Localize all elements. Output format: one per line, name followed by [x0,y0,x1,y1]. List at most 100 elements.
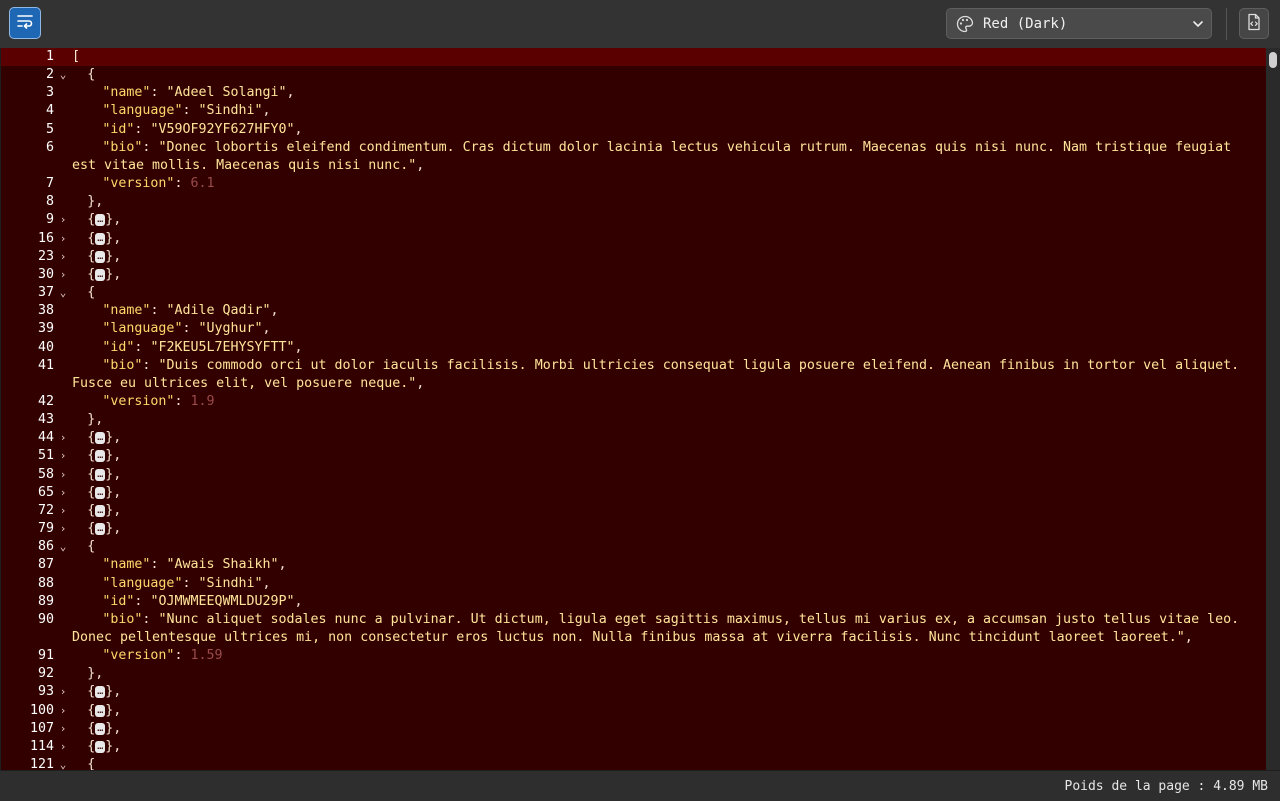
fold-collapsed-icon[interactable]: › [54,738,72,756]
fold-expanded-icon[interactable]: ⌄ [54,756,72,770]
code-line[interactable]: 1[ [1,48,1267,67]
page-size-label: Poids de la page : 4.89 MB [1064,779,1269,794]
collapsed-placeholder[interactable]: … [95,468,106,481]
collapsed-placeholder[interactable]: … [95,214,106,227]
code-line[interactable]: 72 ›{…}, [1,502,1267,520]
collapsed-placeholder[interactable]: … [95,740,106,753]
code-line[interactable]: 5 "id": "V59OF92YF627HFY0", [1,121,1267,139]
collapsed-placeholder[interactable]: … [95,504,106,517]
collapsed-placeholder[interactable]: … [95,523,106,536]
status-bar: Poids de la page : 4.89 MB [0,770,1280,801]
code-line[interactable]: 51 ›{…}, [1,447,1267,465]
code-line[interactable]: 7 "version": 6.1 [1,175,1267,193]
code-content: {…}, [72,248,1267,266]
line-number: 79 [37,521,54,537]
fold-collapsed-icon[interactable]: › [54,502,72,520]
wrap-lines-button[interactable] [9,7,41,39]
code-line[interactable]: 86 ⌄ { [1,538,1267,556]
wrap-lines-icon [16,13,34,33]
code-line[interactable]: 114 ›{…}, [1,738,1267,756]
code-content: {…}, [72,720,1267,738]
collapsed-placeholder[interactable]: … [95,486,106,499]
fold-collapsed-icon[interactable]: › [54,520,72,538]
json-key: "version" [102,648,175,664]
fold-collapsed-icon[interactable]: › [54,230,72,248]
code-line[interactable]: 107 ›{…}, [1,720,1267,738]
code-line[interactable]: 2 ⌄ { [1,66,1267,84]
code-line[interactable]: 90 "bio": "Nunc aliquet sodales nunc a pu… [1,611,1267,647]
scrollbar-thumb[interactable] [1269,52,1277,68]
code-line[interactable]: 65 ›{…}, [1,484,1267,502]
code-line[interactable]: 41 "bio": "Duis commodo orci ut dolor iac… [1,357,1267,393]
code-line[interactable]: 92}, [1,665,1267,683]
code-line[interactable]: 58 ›{…}, [1,466,1267,484]
vertical-scrollbar[interactable] [1266,48,1280,770]
code-line[interactable]: 30 ›{…}, [1,266,1267,284]
fold-collapsed-icon[interactable]: › [54,484,72,502]
collapsed-placeholder[interactable]: … [95,450,106,463]
code-line[interactable]: 87 "name": "Awais Shaikh", [1,556,1267,574]
code-content: {…}, [72,738,1267,756]
code-line[interactable]: 91 "version": 1.59 [1,647,1267,665]
collapsed-placeholder[interactable]: … [95,686,106,699]
collapsed-placeholder[interactable]: … [95,704,106,717]
code-line[interactable]: 6 "bio": "Donec lobortis eleifend condime… [1,139,1267,175]
line-number: 121 [29,757,54,770]
line-number: 6 [45,139,54,155]
code-line[interactable]: 121 ⌄ { [1,756,1267,770]
collapsed-placeholder[interactable]: … [95,722,106,735]
code-line[interactable]: 38 "name": "Adile Qadir", [1,302,1267,320]
collapsed-placeholder[interactable]: … [95,432,106,445]
fold-expanded-icon[interactable]: ⌄ [54,66,72,84]
code-line[interactable]: 42 "version": 1.9 [1,393,1267,411]
fold-collapsed-icon[interactable]: › [54,211,72,229]
code-content: "bio": "Donec lobortis eleifend condimen… [72,139,1267,175]
code-line[interactable]: 44 ›{…}, [1,429,1267,447]
code-line[interactable]: 23 ›{…}, [1,248,1267,266]
code-line[interactable]: 88 "language": "Sindhi", [1,575,1267,593]
collapsed-placeholder[interactable]: … [95,232,106,245]
punctuation: , [416,157,425,173]
fold-collapsed-icon[interactable]: › [54,248,72,266]
code-line[interactable]: 37 ⌄ { [1,284,1267,302]
fold-collapsed-icon[interactable]: › [54,266,72,284]
fold-collapsed-icon[interactable]: › [54,683,72,701]
punctuation: [ [72,49,81,64]
fold-collapsed-icon[interactable]: › [54,447,72,465]
fold-collapsed-icon[interactable]: › [54,720,72,738]
punctuation: { [87,230,96,246]
code-line[interactable]: 89 "id": "OJMWMEEQWMLDU29P", [1,593,1267,611]
collapsed-placeholder[interactable]: … [95,250,106,263]
code-line[interactable]: 40 "id": "F2KEU5L7EHYSYFTT", [1,339,1267,357]
fold-expanded-icon[interactable]: ⌄ [54,538,72,556]
json-editor[interactable]: 1[2 ⌄{3 "name": "Adeel Solangi", 4 "language… [0,48,1267,770]
code-line[interactable]: 3 "name": "Adeel Solangi", [1,84,1267,102]
fold-collapsed-icon[interactable]: › [54,429,72,447]
code-content: "bio": "Nunc aliquet sodales nunc a pulv… [72,611,1267,647]
code-line[interactable]: 79 ›{…}, [1,520,1267,538]
fold-collapsed-icon[interactable]: › [54,702,72,720]
code-line[interactable]: 100 ›{…}, [1,702,1267,720]
code-line[interactable]: 16 ›{…}, [1,230,1267,248]
fold-collapsed-icon[interactable]: › [54,466,72,484]
code-content: }, [72,411,1267,429]
punctuation: : [182,321,199,337]
code-line[interactable]: 4 "language": "Sindhi", [1,102,1267,120]
fold-expanded-icon[interactable]: ⌄ [54,284,72,302]
theme-select[interactable]: Red (Dark) [946,8,1212,39]
collapsed-placeholder[interactable]: … [95,268,106,281]
view-raw-button[interactable] [1239,8,1269,39]
json-key: "name" [102,557,151,573]
code-line[interactable]: 93 ›{…}, [1,683,1267,701]
punctuation: , [262,321,271,337]
punctuation: : [150,303,167,319]
code-line[interactable]: 8}, [1,193,1267,211]
code-line[interactable]: 9 ›{…}, [1,211,1267,229]
code-line[interactable]: 43}, [1,411,1267,429]
json-key: "language" [102,103,183,119]
code-line[interactable]: 39 "language": "Uyghur", [1,320,1267,338]
